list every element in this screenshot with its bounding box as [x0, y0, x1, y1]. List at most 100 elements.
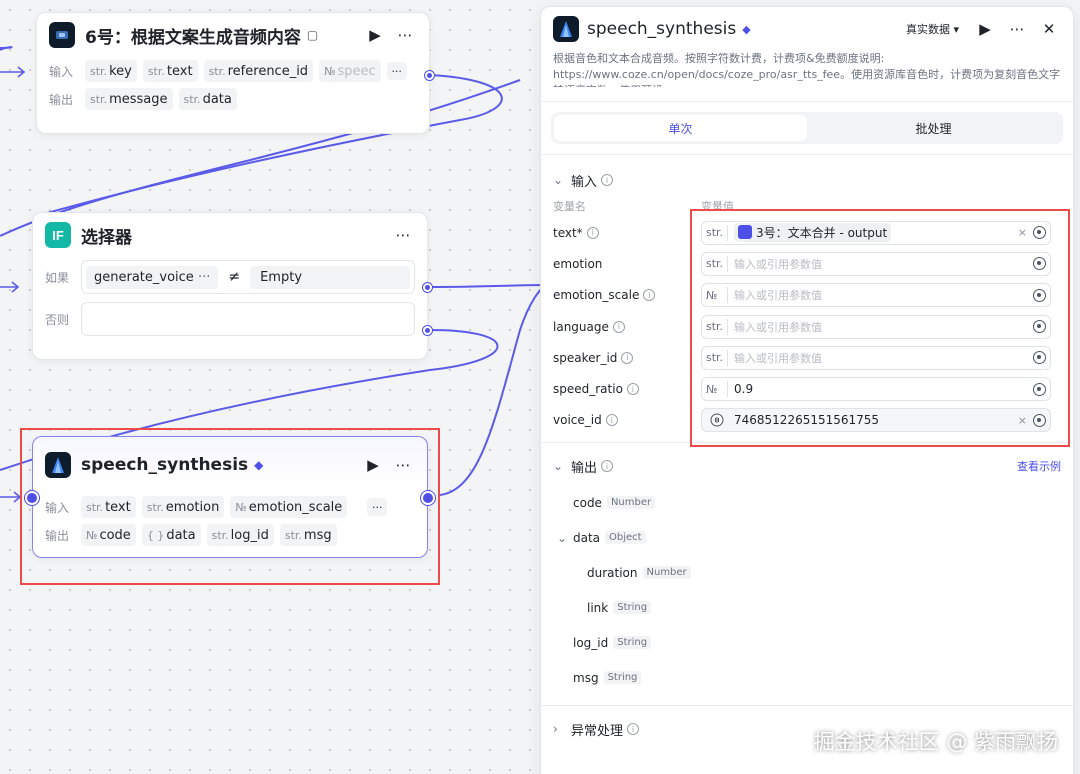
- param-column-headers: 变量名 变量值: [553, 200, 734, 213]
- param-name: emotion: [553, 256, 603, 271]
- condition-operator[interactable]: ≠: [228, 269, 240, 285]
- output-item: duration Number: [573, 555, 1073, 590]
- tab-single[interactable]: 单次: [554, 115, 807, 141]
- param-value-input[interactable]: 7468512265151561755 ×: [701, 408, 1051, 433]
- param-value-input[interactable]: str. 输入或引用参数值: [701, 251, 1051, 276]
- if-output-port[interactable]: [423, 283, 432, 292]
- output-tag: № code: [81, 524, 136, 546]
- param-row-speed-ratio: speed_ratio i № 0.9: [541, 373, 1073, 404]
- close-icon[interactable]: ✕: [1037, 17, 1061, 41]
- outputs-label: 输出: [49, 92, 74, 107]
- condition-variable[interactable]: generate_voice ···: [86, 265, 219, 289]
- node-title: 选择器: [81, 227, 132, 248]
- verified-icon: ◆: [742, 22, 751, 36]
- inputs-label: 输入: [45, 500, 70, 515]
- input-port[interactable]: [25, 491, 39, 505]
- panel-description: 根据音色和文本合成音频。按照字符数计费，计费项&免费额度说明: https://…: [553, 52, 1061, 87]
- variable-picker-icon[interactable]: [1033, 226, 1046, 240]
- input-section-header[interactable]: ⌄ 输入 i: [541, 165, 1073, 195]
- param-name: text* i: [553, 226, 701, 240]
- input-tag: str. key: [85, 60, 137, 82]
- variable-picker-icon[interactable]: [1033, 257, 1046, 271]
- param-name: emotion_scale i: [553, 288, 701, 302]
- plugin-logo-icon: [49, 22, 75, 48]
- more-icon[interactable]: ⋯: [391, 223, 415, 247]
- info-icon: i: [601, 460, 614, 473]
- more-inputs-button[interactable]: ···: [367, 498, 388, 516]
- node-info-icon: ▢: [306, 28, 319, 42]
- input-tag: str. text: [81, 496, 136, 518]
- param-value-input[interactable]: str. 输入或引用参数值: [701, 314, 1051, 339]
- info-icon: i: [586, 226, 599, 239]
- more-icon[interactable]: ⋯: [391, 453, 415, 477]
- param-value-input[interactable]: str. 输入或引用参数值: [701, 345, 1051, 370]
- inputs-label: 输入: [49, 64, 74, 79]
- input-tag: str. emotion: [141, 496, 225, 518]
- condition-box[interactable]: generate_voice ··· ≠ Empty: [81, 260, 415, 294]
- variable-picker-icon[interactable]: [1033, 351, 1046, 365]
- node-generate-audio[interactable]: 6号：根据文案生成音频内容 ▢ ▶ ⋯ 输入 str. key str. text …: [36, 12, 434, 134]
- node-selector[interactable]: IF 选择器 ⋯ 如果 generate_voice ··· ≠ Empty 否…: [32, 212, 432, 360]
- output-tag: { } data: [141, 524, 201, 546]
- condition-value[interactable]: Empty: [250, 265, 410, 289]
- reference-chip[interactable]: 3号：文本合并 - output: [734, 222, 892, 242]
- info-icon: i: [643, 289, 656, 302]
- output-item: log_id String: [573, 625, 1073, 660]
- input-tag: str. text: [142, 60, 198, 82]
- run-icon[interactable]: ▶: [973, 17, 997, 41]
- output-section-header[interactable]: ⌄ 输出 i 查看示例: [541, 451, 1073, 481]
- input-tag: № emotion_scale: [230, 496, 348, 518]
- speech-logo-icon: [553, 16, 579, 42]
- clear-icon[interactable]: ×: [1018, 226, 1027, 239]
- input-tag: № speec: [319, 60, 381, 82]
- param-value-input[interactable]: str. 3号：文本合并 - output ×: [701, 220, 1051, 245]
- param-value-input[interactable]: № 0.9: [701, 377, 1051, 402]
- chevron-down-icon: ⌄: [553, 173, 564, 187]
- output-tag: str. message: [85, 88, 173, 110]
- output-item[interactable]: ⌄ data Object: [557, 520, 1073, 555]
- view-example-link[interactable]: 查看示例: [1017, 458, 1061, 474]
- else-box[interactable]: [81, 302, 415, 336]
- chevron-down-icon: ⌄: [553, 459, 564, 474]
- else-branch-row: 否则: [33, 297, 427, 341]
- else-output-port[interactable]: [423, 326, 432, 335]
- param-name: speed_ratio i: [553, 382, 701, 396]
- variable-picker-icon[interactable]: [1033, 382, 1046, 396]
- tab-batch[interactable]: 批处理: [807, 115, 1060, 141]
- node-title: 6号：根据文案生成音频内容: [85, 27, 301, 48]
- output-port[interactable]: [425, 71, 434, 80]
- workflow-node-icon: [738, 225, 752, 240]
- info-icon: i: [601, 174, 614, 186]
- info-icon: i: [626, 383, 639, 396]
- more-inputs-button[interactable]: ···: [386, 62, 407, 80]
- input-tag: str. reference_id: [203, 60, 314, 82]
- more-icon[interactable]: ⋯: [393, 23, 417, 47]
- output-item: msg String: [573, 660, 1073, 695]
- else-label: 否则: [45, 312, 70, 327]
- node-header: 6号：根据文案生成音频内容 ▢ ▶ ⋯: [37, 13, 429, 57]
- variable-picker-icon[interactable]: [1033, 413, 1046, 427]
- param-value-input[interactable]: № 输入或引用参数值: [701, 283, 1051, 308]
- info-icon: i: [621, 351, 634, 364]
- output-item: link String: [573, 590, 1073, 625]
- output-tag: str. msg: [279, 524, 337, 546]
- param-row-emotion: emotion str. 输入或引用参数值: [541, 248, 1073, 279]
- if-label: 如果: [45, 270, 70, 285]
- run-icon[interactable]: ▶: [361, 453, 385, 477]
- panel-header: speech_synthesis ◆ 真实数据 ▾ ▶ ⋯ ✕: [541, 7, 1073, 51]
- outputs-label: 输出: [45, 528, 70, 543]
- run-icon[interactable]: ▶: [363, 23, 387, 47]
- more-icon[interactable]: ⋯: [1005, 17, 1029, 41]
- panel-title: speech_synthesis: [587, 19, 737, 39]
- variable-picker-icon[interactable]: [1033, 288, 1046, 302]
- verified-icon: ◆: [254, 458, 264, 472]
- variable-picker-icon[interactable]: [1033, 320, 1046, 334]
- data-mode-dropdown[interactable]: 真实数据 ▾: [906, 21, 959, 37]
- node-outputs-row: 输出 № code { } data str. log_id str. msg: [33, 521, 427, 549]
- node-title: speech_synthesis: [81, 455, 249, 475]
- clear-icon[interactable]: ×: [1018, 414, 1027, 427]
- param-name: language i: [553, 320, 701, 334]
- node-speech-synthesis[interactable]: speech_synthesis ◆ ▶ ⋯ 输入 str. text str. e…: [25, 436, 435, 558]
- chevron-down-icon: ⌄: [557, 530, 568, 545]
- output-port[interactable]: [421, 491, 435, 505]
